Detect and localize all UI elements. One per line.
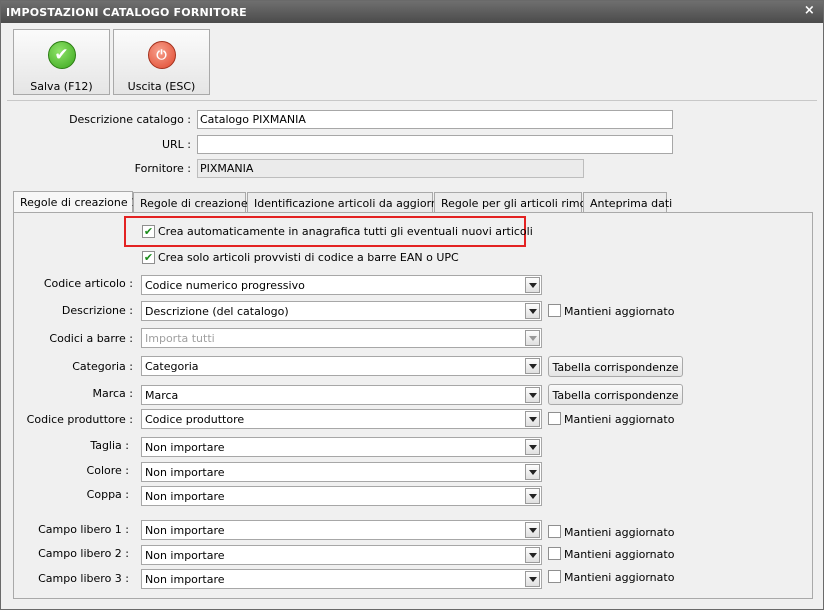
article-code-label: Codice articolo :: [43, 277, 133, 290]
brand-mapping-button[interactable]: Tabella corrispondenze: [548, 384, 683, 405]
category-select[interactable]: Categoria: [141, 356, 542, 376]
chevron-down-icon[interactable]: [525, 303, 540, 319]
free-field-2-keep-updated-checkbox[interactable]: [548, 547, 561, 560]
tab-label: Anteprima dati: [590, 197, 673, 210]
description-value: Descrizione (del catalogo): [145, 305, 289, 318]
tab-label: Regole di creazione 2: [140, 197, 259, 210]
chevron-down-icon[interactable]: [525, 522, 540, 538]
url-label: URL :: [161, 138, 191, 151]
size-value: Non importare: [145, 441, 225, 454]
size-select[interactable]: Non importare: [141, 437, 542, 457]
brand-select[interactable]: Marca: [141, 385, 542, 405]
exit-button-label: Uscita (ESC): [127, 80, 196, 93]
chevron-down-icon[interactable]: [525, 464, 540, 480]
tab-removed-articles[interactable]: Regole per gli articoli rimossi: [434, 192, 601, 213]
description-keep-updated-checkbox[interactable]: [548, 304, 561, 317]
settings-window: IMPOSTAZIONI CATALOGO FORNITORE × ✔ Salv…: [0, 0, 824, 610]
save-button-label: Salva (F12): [30, 80, 93, 93]
brand-label: Marca :: [92, 387, 133, 400]
free-field-3-keep-updated-label: Mantieni aggiornato: [564, 571, 675, 584]
power-icon: ⏻: [147, 41, 176, 69]
free-field-1-keep-updated-label: Mantieni aggiornato: [564, 526, 675, 539]
supplier-input: [197, 159, 584, 178]
category-label: Categoria :: [72, 360, 133, 373]
chevron-down-icon[interactable]: [525, 571, 540, 587]
toolbar-divider: [7, 100, 817, 101]
chevron-down-icon[interactable]: [525, 277, 540, 293]
description-select[interactable]: Descrizione (del catalogo): [141, 301, 542, 321]
barcodes-value: Importa tutti: [145, 332, 215, 345]
chevron-down-icon[interactable]: [525, 358, 540, 374]
tab-creation-rules-1[interactable]: Regole di creazione 1: [13, 191, 138, 213]
cup-select[interactable]: Non importare: [141, 486, 542, 506]
color-value: Non importare: [145, 466, 225, 479]
ean-only-checkbox[interactable]: ✔: [142, 251, 155, 264]
close-icon[interactable]: ×: [804, 4, 815, 18]
barcodes-select: Importa tutti: [141, 328, 542, 348]
color-select[interactable]: Non importare: [141, 462, 542, 482]
chevron-down-icon[interactable]: [525, 439, 540, 455]
catalog-description-input[interactable]: [197, 110, 673, 129]
tab-creation-rules-2[interactable]: Regole di creazione 2: [133, 192, 258, 213]
check-icon: ✔: [47, 41, 76, 69]
chevron-down-icon[interactable]: [525, 547, 540, 563]
manufacturer-code-value: Codice produttore: [145, 413, 245, 426]
brand-value: Marca: [145, 389, 179, 402]
tab-label: Identificazione articoli da aggiornare: [254, 197, 456, 210]
chevron-down-icon[interactable]: [525, 488, 540, 504]
article-code-value: Codice numerico progressivo: [145, 279, 305, 292]
color-label: Colore :: [86, 464, 129, 477]
tab-label: Regole per gli articoli rimossi: [441, 197, 601, 210]
description-keep-updated-label: Mantieni aggiornato: [564, 305, 675, 318]
free-field-3-value: Non importare: [145, 573, 225, 586]
supplier-label: Fornitore :: [134, 162, 191, 175]
tab-data-preview[interactable]: Anteprima dati: [583, 192, 672, 213]
chevron-down-icon[interactable]: [525, 387, 540, 403]
free-field-3-select[interactable]: Non importare: [141, 569, 542, 589]
manufacturer-code-select[interactable]: Codice produttore: [141, 409, 542, 429]
free-field-2-select[interactable]: Non importare: [141, 545, 542, 565]
window-title: IMPOSTAZIONI CATALOGO FORNITORE: [6, 6, 247, 19]
barcodes-label: Codici a barre :: [49, 332, 133, 345]
tab-identify-articles[interactable]: Identificazione articoli da aggiornare: [247, 192, 456, 213]
url-input[interactable]: [197, 135, 673, 154]
chevron-down-icon: [525, 330, 540, 346]
manufacturer-keep-updated-label: Mantieni aggiornato: [564, 413, 675, 426]
catalog-description-label: Descrizione catalogo :: [69, 113, 191, 126]
cup-label: Coppa :: [86, 488, 129, 501]
free-field-1-select[interactable]: Non importare: [141, 520, 542, 540]
article-code-select[interactable]: Codice numerico progressivo: [141, 275, 542, 295]
free-field-2-keep-updated-label: Mantieni aggiornato: [564, 548, 675, 561]
manufacturer-code-label: Codice produttore :: [26, 413, 133, 426]
ean-only-label: Crea solo articoli provvisti di codice a…: [158, 251, 459, 264]
category-value: Categoria: [145, 360, 199, 373]
free-field-3-label: Campo libero 3 :: [38, 572, 129, 585]
size-label: Taglia :: [90, 439, 129, 452]
description-label: Descrizione :: [61, 304, 133, 317]
cup-value: Non importare: [145, 490, 225, 503]
free-field-1-value: Non importare: [145, 524, 225, 537]
free-field-2-label: Campo libero 2 :: [38, 547, 129, 560]
tab-panel: [13, 212, 813, 599]
category-mapping-button[interactable]: Tabella corrispondenze: [548, 356, 683, 377]
auto-create-label: Crea automaticamente in anagrafica tutti…: [158, 225, 533, 238]
title-bar: IMPOSTAZIONI CATALOGO FORNITORE ×: [1, 1, 823, 23]
free-field-1-label: Campo libero 1 :: [38, 523, 129, 536]
auto-create-checkbox[interactable]: ✔: [142, 225, 155, 238]
save-button[interactable]: ✔ Salva (F12): [13, 29, 110, 95]
chevron-down-icon[interactable]: [525, 411, 540, 427]
free-field-1-keep-updated-checkbox[interactable]: [548, 525, 561, 538]
tab-label: Regole di creazione 1: [20, 196, 139, 209]
free-field-2-value: Non importare: [145, 549, 225, 562]
exit-button[interactable]: ⏻ Uscita (ESC): [113, 29, 210, 95]
free-field-3-keep-updated-checkbox[interactable]: [548, 570, 561, 583]
manufacturer-keep-updated-checkbox[interactable]: [548, 412, 561, 425]
